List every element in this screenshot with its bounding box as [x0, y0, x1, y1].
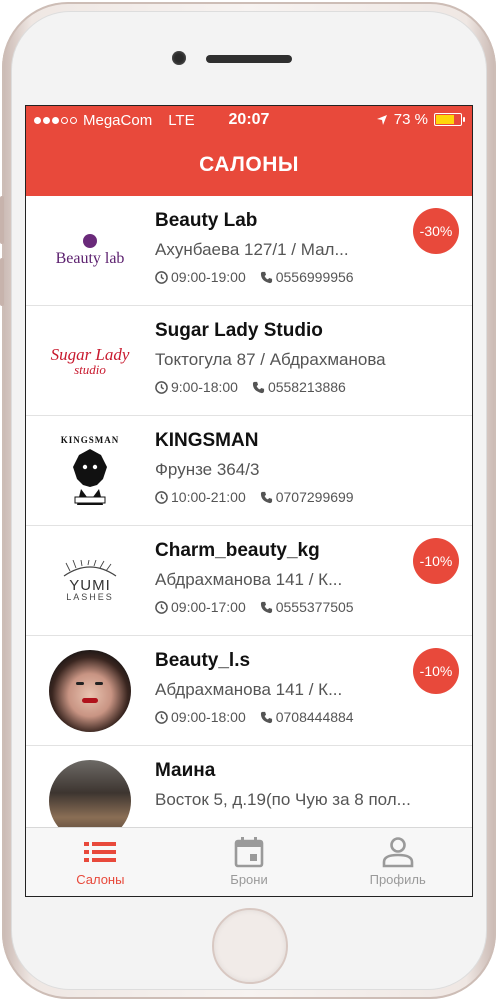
home-button[interactable] — [212, 908, 288, 984]
salon-address: Фрунзе 364/3 — [155, 460, 260, 479]
salon-avatar — [49, 760, 131, 828]
salon-phone: 0707299699 — [275, 489, 354, 505]
tab-profile[interactable]: Профиль — [323, 828, 472, 896]
salon-logo: YUMI LASHES — [48, 542, 132, 620]
salon-address: Абдрахманова 141 / К... — [155, 570, 343, 589]
nav-bar: САЛОНЫ — [26, 134, 472, 196]
calendar-icon — [234, 837, 264, 868]
salon-row-beauty-lab[interactable]: Beauty lab Beauty Lab Ахунбаева 127/1 / … — [26, 196, 472, 306]
salon-logo: Sugar Lady studio — [50, 345, 130, 377]
salon-address: Абдрахманова 141 / К... — [155, 680, 343, 699]
phone-icon — [260, 601, 272, 613]
discount-badge: -10% — [413, 538, 459, 584]
salon-logo — [48, 650, 132, 732]
salon-phone: 0558213886 — [267, 379, 346, 395]
salon-hours: 09:00-17:00 — [171, 599, 246, 615]
salon-phone: 0555377505 — [275, 599, 354, 615]
salon-logo — [48, 760, 132, 828]
phone-icon — [252, 381, 265, 393]
tab-label: Профиль — [369, 872, 426, 887]
clock-icon — [155, 600, 168, 614]
salon-hours: 09:00-18:00 — [171, 709, 246, 725]
salon-row-maina[interactable]: Маина Восток 5, д.19(по Чую за 8 пол... — [26, 746, 472, 828]
salon-address: Восток 5, д.19(по Чую за 8 пол... — [155, 790, 411, 809]
salon-avatar — [49, 650, 131, 732]
battery-icon — [434, 113, 465, 126]
phone-icon — [260, 711, 272, 723]
salon-logo: Beauty lab — [48, 212, 132, 290]
earpiece-speaker — [206, 55, 292, 63]
salon-row-beauty-ls[interactable]: Beauty_l.s Абдрахманова 141 / К... 09:00… — [26, 636, 472, 746]
discount-badge: -10% — [413, 648, 459, 694]
tab-bookings[interactable]: Брони — [175, 828, 324, 896]
salon-hours: 9:00-18:00 — [171, 379, 238, 395]
salon-row-sugar-lady[interactable]: Sugar Lady studio Sugar Lady Studio Токт… — [26, 306, 472, 416]
phone-icon — [260, 271, 272, 283]
tab-label: Салоны — [76, 872, 125, 887]
salon-address: Токтогула 87 / Абдрахманова — [155, 350, 386, 369]
page-title: САЛОНЫ — [199, 153, 299, 176]
tab-label: Брони — [230, 872, 268, 887]
volume-up-button — [0, 196, 4, 244]
salon-name: Charm_beauty_kg — [155, 540, 320, 561]
volume-down-button — [0, 258, 4, 306]
lion-crest-icon — [72, 449, 107, 505]
eyelash-icon — [63, 560, 117, 577]
app-screen: MegaCom LTE 20:07 73 % САЛОНЫ Beauty lab… — [26, 106, 472, 896]
clock-icon — [155, 490, 168, 504]
flower-icon — [83, 234, 97, 248]
salon-phone: 0556999956 — [275, 269, 354, 285]
battery-percent: 73 % — [393, 111, 428, 128]
salon-address: Ахунбаева 127/1 / Мал... — [155, 240, 349, 259]
phone-icon — [260, 491, 272, 503]
salon-row-kingsman[interactable]: KINGSMAN KINGSMAN Фрунзе 364/3 10:00-21:… — [26, 416, 472, 526]
salon-hours: 09:00-19:00 — [171, 269, 246, 285]
clock-icon — [155, 270, 168, 284]
person-icon — [382, 837, 413, 868]
location-arrow-icon — [376, 114, 387, 125]
discount-badge: -30% — [413, 208, 459, 254]
salon-name: Beauty Lab — [155, 210, 258, 231]
salon-phone: 0708444884 — [275, 709, 354, 725]
salon-hours: 10:00-21:00 — [171, 489, 246, 505]
list-icon — [84, 842, 117, 862]
clock-icon — [155, 710, 168, 724]
status-bar: MegaCom LTE 20:07 73 % — [26, 106, 472, 134]
salon-name: Beauty_l.s — [155, 650, 251, 671]
salon-list[interactable]: Beauty lab Beauty Lab Ахунбаева 127/1 / … — [26, 196, 472, 828]
salon-name: Маина — [155, 760, 216, 781]
tab-salons[interactable]: Салоны — [26, 828, 175, 896]
salon-name: Sugar Lady Studio — [155, 320, 323, 341]
clock-icon — [155, 380, 168, 394]
salon-row-charm-beauty[interactable]: YUMI LASHES Charm_beauty_kg Абдрахманова… — [26, 526, 472, 636]
tab-bar: Салоны Брони Профиль — [26, 827, 472, 896]
salon-name: KINGSMAN — [155, 430, 259, 451]
salon-logo: KINGSMAN — [48, 432, 132, 510]
front-camera — [172, 51, 186, 65]
